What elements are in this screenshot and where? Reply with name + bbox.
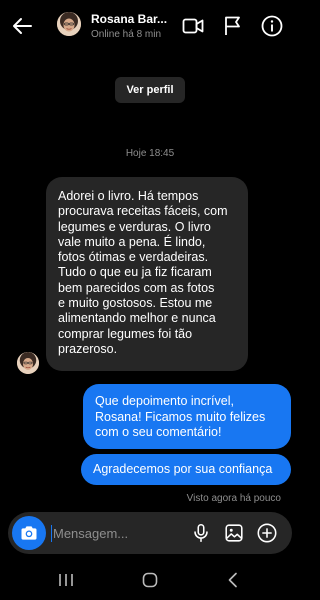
microphone-icon[interactable] (190, 522, 212, 544)
incoming-message[interactable]: Adorei o livro. Há tempos procurava rece… (46, 177, 248, 371)
date-separator: Hoje 18:45 (125, 148, 175, 159)
chat-header: Rosana Bar... Online há 8 min (0, 0, 300, 52)
outgoing-message[interactable]: Agradecemos por sua confiança (81, 454, 291, 485)
flag-icon[interactable] (221, 14, 245, 38)
contact-status: Online há 8 min (91, 29, 162, 40)
recent-apps-icon[interactable] (56, 570, 76, 590)
view-profile-button[interactable]: Ver perfil (115, 77, 185, 103)
message-input[interactable] (53, 522, 183, 544)
contact-name[interactable]: Rosana Bar... (91, 12, 167, 26)
gallery-icon[interactable] (223, 522, 245, 544)
home-icon[interactable] (140, 570, 160, 590)
text-cursor (51, 525, 52, 542)
message-composer (8, 512, 292, 554)
contact-avatar[interactable] (57, 12, 81, 36)
video-camera-icon[interactable] (181, 14, 205, 38)
camera-button[interactable] (12, 516, 46, 550)
info-icon[interactable] (260, 14, 284, 38)
camera-icon (21, 526, 37, 540)
back-icon[interactable] (223, 570, 243, 590)
system-navigation-bar (0, 560, 300, 600)
back-arrow-icon[interactable] (10, 14, 34, 38)
outgoing-message[interactable]: Que depoimento incrível, Rosana! Ficamos… (83, 384, 291, 449)
add-icon[interactable] (256, 522, 278, 544)
seen-status: Visto agora há pouco (186, 493, 281, 504)
sender-avatar[interactable] (17, 352, 39, 374)
